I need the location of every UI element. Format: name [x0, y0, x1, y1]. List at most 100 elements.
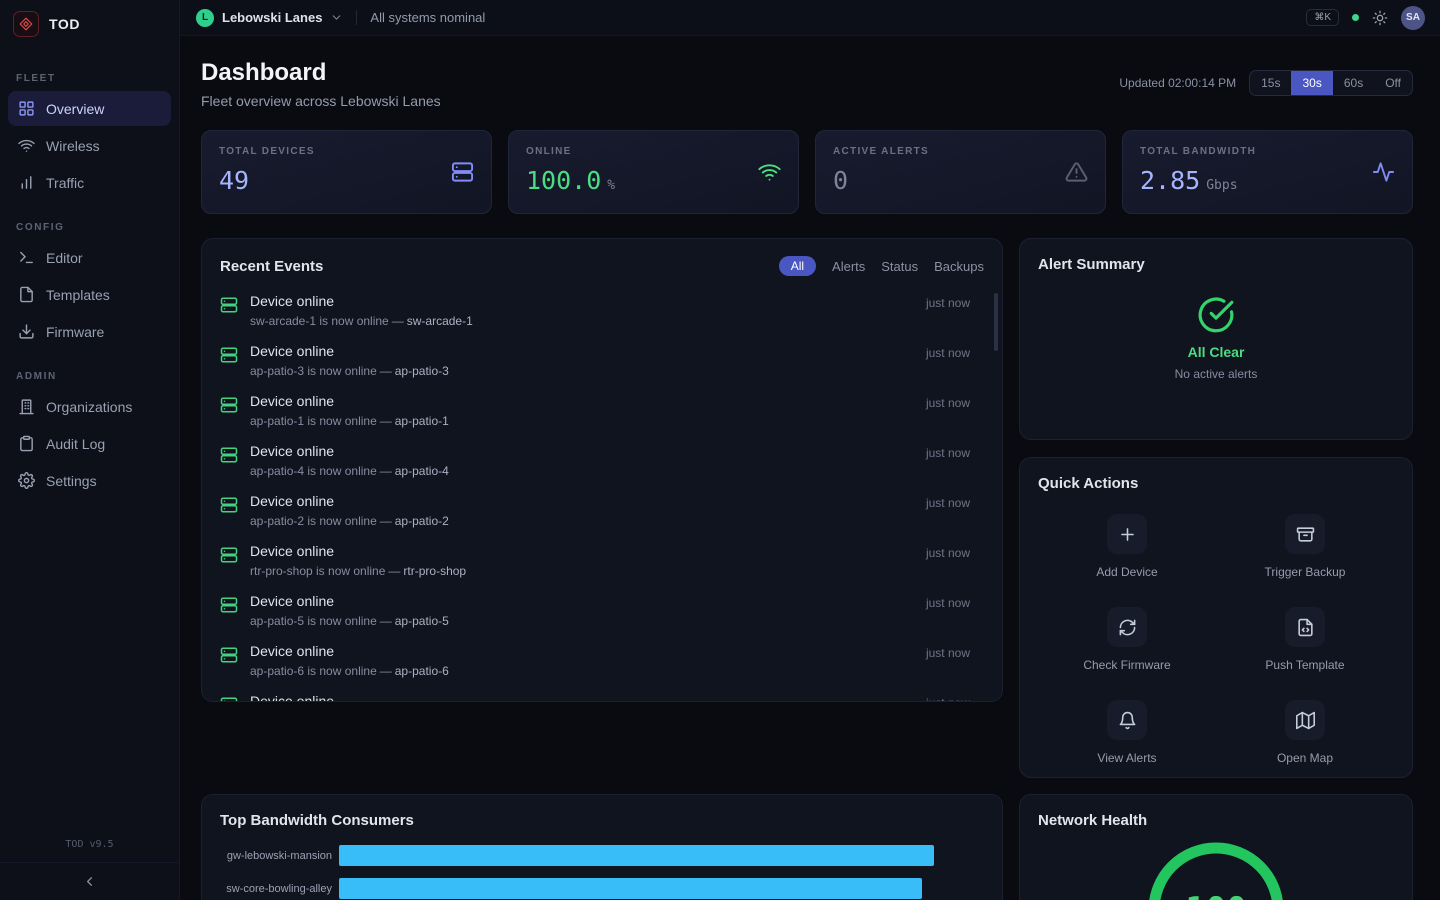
quick-action-open-map[interactable]: Open Map	[1216, 683, 1394, 776]
event-time: just now	[926, 593, 970, 610]
event-separator: —	[380, 414, 392, 428]
org-name: Lebowski Lanes	[222, 10, 322, 25]
panel-title: Quick Actions	[1038, 475, 1138, 492]
sidebar-item-traffic[interactable]: Traffic	[8, 165, 171, 200]
quick-action-push-template[interactable]: Push Template	[1216, 590, 1394, 683]
sidebar-item-templates[interactable]: Templates	[8, 277, 171, 312]
stat-card-online: ONLINE 100.0 %	[508, 130, 799, 214]
stat-label: ACTIVE ALERTS	[833, 146, 1088, 157]
event-row[interactable]: Device online rtr-pro-shop is now online…	[220, 536, 984, 586]
page-header: Dashboard Fleet overview across Lebowski…	[201, 60, 1413, 109]
quick-action-check-firmware[interactable]: Check Firmware	[1038, 590, 1216, 683]
sidebar-item-label: Settings	[46, 473, 97, 489]
filter-alerts[interactable]: Alerts	[832, 259, 865, 274]
sidebar-item-editor[interactable]: Editor	[8, 240, 171, 275]
health-score: 100	[1185, 890, 1246, 900]
refresh-interval-segmented-control: 15s 30s 60s Off	[1249, 70, 1413, 96]
event-row[interactable]: Device online ap-patio-4 is now online—a…	[220, 436, 984, 486]
event-device: ap-patio-1	[395, 414, 449, 428]
top-bandwidth-panel: Top Bandwidth Consumers gw-lebowski-mans…	[201, 794, 1003, 900]
updated-timestamp: Updated 02:00:14 PM	[1119, 76, 1236, 90]
diamond-icon	[19, 17, 33, 31]
event-detail-text: rtr-pro-shop is now online	[250, 564, 385, 578]
nav-section-admin: ADMIN	[16, 371, 163, 382]
bandwidth-row: sw-core-bowling-alley	[220, 878, 984, 899]
event-detail: ap-patio-6 is now online—ap-patio-6	[250, 664, 449, 678]
quick-actions-grid: Add Device Trigger Backup Check Firmware	[1038, 497, 1394, 776]
sidebar-item-overview[interactable]: Overview	[8, 91, 171, 126]
refresh-option-60s[interactable]: 60s	[1333, 71, 1374, 95]
refresh-option-30s[interactable]: 30s	[1291, 71, 1332, 95]
app-logo-icon	[13, 11, 39, 37]
switch-icon	[220, 446, 238, 464]
event-row[interactable]: Device online ap-patio-6 is now online—a…	[220, 636, 984, 686]
app-root: TOD FLEET Overview Wireless Traffic CONF…	[0, 0, 1440, 900]
event-row[interactable]: Device online just now	[220, 686, 984, 702]
filter-backups[interactable]: Backups	[934, 259, 984, 274]
sidebar-item-audit-log[interactable]: Audit Log	[8, 426, 171, 461]
sidebar-item-label: Audit Log	[46, 436, 105, 452]
recent-events-panel: Recent Events All Alerts Status Backups	[201, 238, 1003, 702]
sidebar-nav: FLEET Overview Wireless Traffic CONFIG E…	[0, 47, 179, 839]
event-separator: —	[380, 364, 392, 378]
server-icon	[451, 161, 474, 184]
stat-value: 0	[833, 166, 848, 195]
sidebar-item-settings[interactable]: Settings	[8, 463, 171, 498]
event-title: Device online	[250, 493, 449, 510]
chevron-left-icon	[82, 874, 97, 889]
org-selector[interactable]: L Lebowski Lanes	[196, 9, 343, 27]
event-detail-text: ap-patio-1 is now online	[250, 414, 377, 428]
bandwidth-device-label: gw-lebowski-mansion	[220, 850, 332, 862]
event-detail-text: ap-patio-5 is now online	[250, 614, 377, 628]
network-health-panel: Network Health 100	[1019, 794, 1413, 900]
map-icon	[1285, 700, 1325, 740]
stat-value: 100.0	[526, 166, 601, 195]
event-row[interactable]: Device online ap-patio-2 is now online—a…	[220, 486, 984, 536]
quick-action-view-alerts[interactable]: View Alerts	[1038, 683, 1216, 776]
app-title: TOD	[49, 16, 80, 32]
user-avatar[interactable]: SA	[1401, 6, 1425, 30]
check-circle-icon	[1197, 296, 1235, 334]
wifi-icon	[758, 161, 781, 184]
event-row[interactable]: Device online ap-patio-5 is now online—a…	[220, 586, 984, 636]
filter-status[interactable]: Status	[881, 259, 918, 274]
event-device: ap-patio-2	[395, 514, 449, 528]
collapse-sidebar-button[interactable]	[0, 862, 179, 900]
stat-unit: %	[607, 178, 615, 193]
event-time: just now	[926, 343, 970, 360]
scrollbar[interactable]	[994, 293, 998, 351]
event-detail-text: ap-patio-2 is now online	[250, 514, 377, 528]
event-body: Device online ap-patio-5 is now online—a…	[250, 593, 449, 628]
theme-toggle-button[interactable]	[1372, 10, 1388, 26]
page-header-text: Dashboard Fleet overview across Lebowski…	[201, 60, 441, 109]
quick-action-label: View Alerts	[1097, 751, 1156, 765]
event-title: Device online	[250, 543, 466, 560]
event-row[interactable]: Device online sw-arcade-1 is now online—…	[220, 286, 984, 336]
sidebar-item-label: Traffic	[46, 175, 84, 191]
filter-all[interactable]: All	[779, 256, 816, 276]
chevron-down-icon	[330, 11, 343, 24]
command-palette-shortcut[interactable]: ⌘K	[1306, 9, 1339, 26]
quick-action-label: Check Firmware	[1083, 658, 1170, 672]
event-title: Device online	[250, 393, 449, 410]
event-row[interactable]: Device online ap-patio-3 is now online—a…	[220, 336, 984, 386]
quick-action-add-device[interactable]: Add Device	[1038, 497, 1216, 590]
sidebar-item-firmware[interactable]: Firmware	[8, 314, 171, 349]
stat-value-row: 2.85 Gbps	[1140, 166, 1395, 195]
refresh-option-off[interactable]: Off	[1374, 71, 1412, 95]
bar-chart-icon	[18, 174, 35, 191]
sidebar-item-organizations[interactable]: Organizations	[8, 389, 171, 424]
event-detail: ap-patio-1 is now online—ap-patio-1	[250, 414, 449, 428]
event-detail-text: ap-patio-4 is now online	[250, 464, 377, 478]
refresh-option-15s[interactable]: 15s	[1250, 71, 1291, 95]
sidebar-item-label: Templates	[46, 287, 110, 303]
clipboard-icon	[18, 435, 35, 452]
quick-action-label: Push Template	[1265, 658, 1344, 672]
sidebar-item-label: Firmware	[46, 324, 104, 340]
org-avatar: L	[196, 9, 214, 27]
event-title: Device online	[250, 593, 449, 610]
quick-action-trigger-backup[interactable]: Trigger Backup	[1216, 497, 1394, 590]
page-title: Dashboard	[201, 60, 441, 86]
event-row[interactable]: Device online ap-patio-1 is now online—a…	[220, 386, 984, 436]
sidebar-item-wireless[interactable]: Wireless	[8, 128, 171, 163]
